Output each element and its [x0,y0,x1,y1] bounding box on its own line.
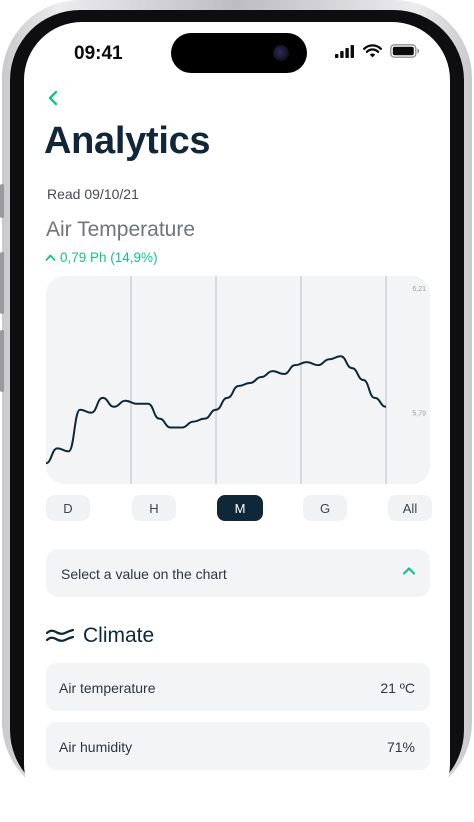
period-selector: D H M G All [46,495,432,521]
climate-section-header: Climate [45,624,154,648]
page-title: Analytics [44,120,211,162]
metric-change: 0,79 Ph (14,9%) [45,250,158,265]
cellular-signal-icon [335,44,354,58]
read-date: Read 09/10/21 [47,186,139,202]
chart-plot[interactable]: 6,21 5,79 [46,276,430,484]
metric-change-value: 0,79 Ph (14,9%) [60,250,158,265]
wind-icon [45,628,75,642]
select-value-dropdown[interactable]: Select a value on the chart [46,549,430,597]
climate-row-label: Air temperature [59,680,156,696]
dynamic-island [171,33,307,73]
chevron-up-icon[interactable] [402,565,416,577]
arrow-up-icon [45,254,56,261]
line-chart[interactable]: 6,21 5,79 [46,276,430,484]
climate-row-air-temperature[interactable]: Air temperature 21 ºC [46,663,430,711]
period-tab-h[interactable]: H [132,495,176,521]
wifi-icon [363,44,382,58]
period-tab-all[interactable]: All [388,495,432,521]
y-tick-label: 6,21 [412,286,426,293]
metric-title: Air Temperature [46,218,196,241]
mute-switch [0,184,4,218]
status-icons [335,44,420,58]
climate-title: Climate [83,624,155,647]
climate-row-label: Air humidity [59,739,133,755]
climate-row-value: 21 ºC [380,680,415,696]
y-tick-label: 5,79 [412,411,426,418]
volume-down-button [0,330,4,392]
period-tab-m[interactable]: M [217,495,263,521]
status-time: 09:41 [74,43,123,64]
screen: 09:41 Analytics Read 09/10/21 Air Temper… [24,22,450,822]
climate-row-air-humidity[interactable]: Air humidity 71% [46,722,430,770]
volume-up-button [0,252,4,314]
climate-row-value: 71% [386,739,415,755]
camera-icon [273,45,289,61]
period-tab-d[interactable]: D [46,495,90,521]
battery-icon [390,44,420,58]
back-chevron-icon[interactable] [44,88,64,108]
period-tab-g[interactable]: G [303,495,347,521]
select-value-label: Select a value on the chart [61,566,227,582]
